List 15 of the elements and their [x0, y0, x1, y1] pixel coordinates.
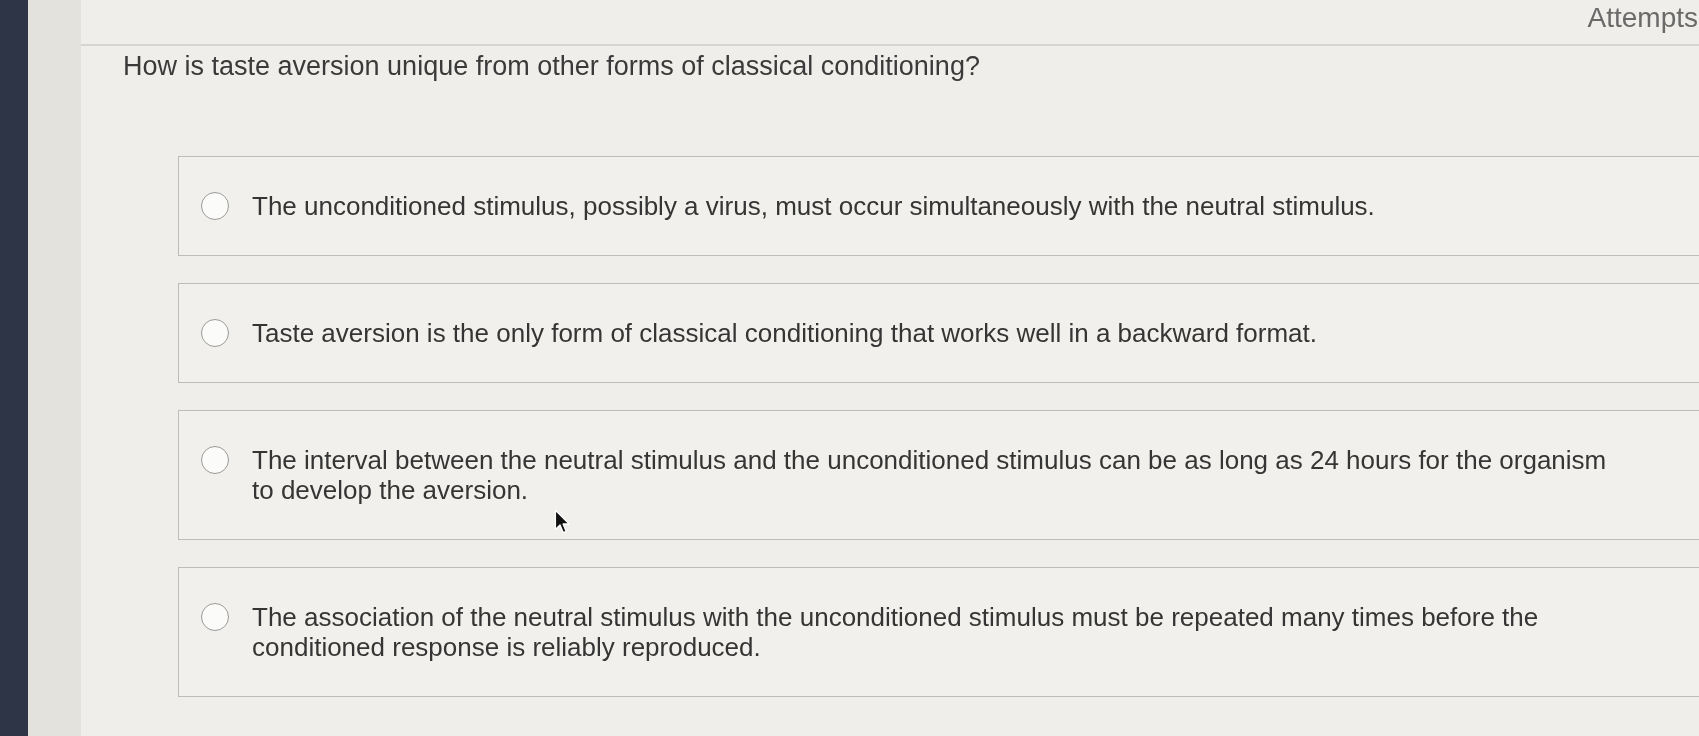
attempts-label: Attempts — [1587, 1, 1699, 34]
answer-option[interactable]: The interval between the neutral stimulus and the unconditioned stimulus can be as long as 24 hours for the organism to develop the aversion. — [178, 410, 1699, 540]
radio-button[interactable] — [201, 319, 229, 347]
answer-option[interactable]: The unconditioned stimulus, possibly a virus, must occur simultaneously with the neutral stimulus. — [178, 156, 1699, 256]
answer-option[interactable]: Taste aversion is the only form of classical conditioning that works well in a backward format. — [178, 283, 1699, 383]
option-text: The interval between the neutral stimulus and the unconditioned stimulus can be as long as 24 hours for the organism to develop the aversion. — [252, 445, 1608, 505]
option-text: The association of the neutral stimulus with the unconditioned stimulus must be repeated many times before the conditioned response is reliably reproduced. — [252, 602, 1540, 662]
option-text: Taste aversion is the only form of classical conditioning that works well in a backward format. — [252, 318, 1318, 348]
question-text: How is taste aversion unique from other forms of classical conditioning? — [123, 50, 980, 82]
option-text: The unconditioned stimulus, possibly a virus, must occur simultaneously with the neutral stimulus. — [252, 191, 1375, 221]
answer-option[interactable]: The association of the neutral stimulus with the unconditioned stimulus must be repeated many times before the conditioned response is reliably reproduced. — [178, 567, 1699, 697]
radio-button[interactable] — [201, 603, 229, 631]
radio-button[interactable] — [201, 192, 229, 220]
mouse-pointer-icon — [554, 509, 570, 534]
radio-button[interactable] — [201, 446, 229, 474]
